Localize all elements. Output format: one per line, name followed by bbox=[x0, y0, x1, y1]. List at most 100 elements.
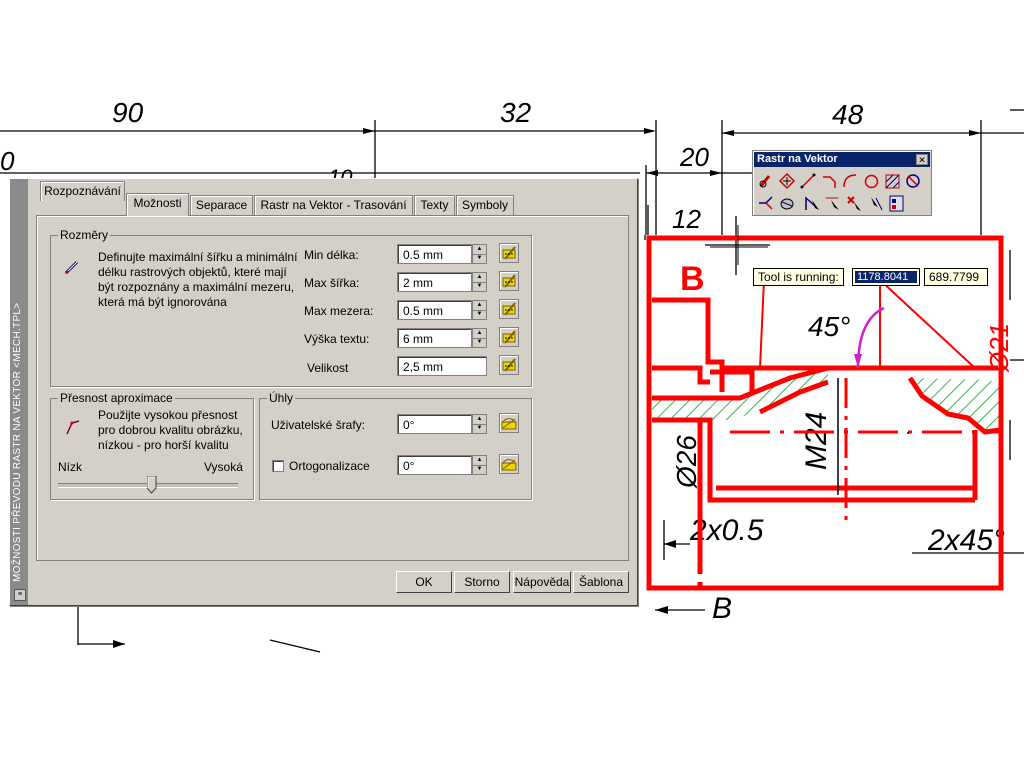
section-label-left: B bbox=[680, 260, 705, 298]
user-hatch-label: Uživatelské šrafy: bbox=[271, 418, 366, 432]
measure-pick-icon bbox=[502, 246, 516, 260]
spin-down-icon[interactable]: ▼ bbox=[473, 465, 486, 474]
text-height-spinner[interactable]: ▲ ▼ bbox=[472, 328, 487, 348]
angle-label: 45° bbox=[808, 311, 850, 342]
ortho-label: Ortogonalizace bbox=[289, 459, 370, 473]
dimensions-group-title: Rozměry bbox=[58, 228, 111, 242]
x-coordinate-field[interactable]: 1178.8041 bbox=[852, 268, 920, 286]
tab-label: Rozpoznávání bbox=[44, 184, 121, 198]
size-input[interactable]: 2,5 mm bbox=[397, 356, 487, 376]
ok-button[interactable]: OK bbox=[396, 571, 452, 593]
tab-label: Rastr na Vektor - Trasování bbox=[260, 198, 407, 212]
tab-symboly[interactable]: Symboly bbox=[456, 195, 514, 215]
raster-to-vector-toolbar: Rastr na Vektor ✕ bbox=[752, 150, 932, 216]
max-width-input[interactable]: 2 mm bbox=[397, 272, 472, 292]
circle-icon[interactable] bbox=[862, 172, 881, 191]
tab-rozpoznavani[interactable]: Rozpoznávání bbox=[40, 181, 125, 201]
thread-m24-label: M24 bbox=[800, 412, 833, 470]
measure-pick-icon bbox=[502, 274, 516, 288]
max-width-pick-button[interactable] bbox=[499, 271, 519, 291]
dim-32-label: 32 bbox=[500, 97, 532, 128]
y-coordinate-field[interactable]: 689.7799 bbox=[924, 268, 988, 286]
template-button[interactable]: Šablona bbox=[573, 571, 629, 593]
system-menu-icon[interactable]: ≡ bbox=[14, 589, 26, 601]
spin-down-icon[interactable]: ▼ bbox=[473, 338, 486, 347]
min-length-spinner[interactable]: ▲ ▼ bbox=[472, 244, 487, 264]
max-gap-spinner[interactable]: ▲ ▼ bbox=[472, 300, 487, 320]
diameter-26-label: Ø26 bbox=[671, 435, 702, 489]
dim-12-label: 12 bbox=[672, 204, 701, 234]
tab-label: Symboly bbox=[461, 198, 508, 212]
spin-down-icon[interactable]: ▼ bbox=[473, 282, 486, 291]
dim-90-label: 90 bbox=[112, 97, 144, 128]
line-icon[interactable] bbox=[799, 172, 818, 191]
spin-down-icon[interactable]: ▼ bbox=[473, 310, 486, 319]
max-gap-label: Max mezera: bbox=[304, 304, 374, 318]
select-point-icon[interactable] bbox=[778, 172, 797, 191]
dimension-pencil-icon bbox=[64, 260, 79, 275]
tab-label: Separace bbox=[195, 198, 248, 212]
layers-icon[interactable] bbox=[778, 194, 797, 213]
spin-down-icon[interactable]: ▼ bbox=[473, 424, 486, 433]
tab-label: Texty bbox=[420, 198, 449, 212]
max-gap-pick-button[interactable] bbox=[499, 299, 519, 319]
min-length-pick-button[interactable] bbox=[499, 243, 519, 263]
branch-icon[interactable] bbox=[757, 194, 776, 213]
tab-separace[interactable]: Separace bbox=[190, 195, 253, 215]
measure-pick-icon bbox=[502, 330, 516, 344]
text-height-label: Výška textu: bbox=[304, 332, 370, 346]
recognize-icon[interactable] bbox=[757, 172, 776, 191]
dim-48-label: 48 bbox=[832, 99, 864, 130]
trace-multi-icon[interactable] bbox=[866, 194, 885, 213]
ortho-pick-button[interactable] bbox=[499, 454, 519, 474]
user-hatch-spinner[interactable]: ▲ ▼ bbox=[472, 414, 487, 434]
max-width-spinner[interactable]: ▲ ▼ bbox=[472, 272, 487, 292]
accuracy-curve-icon bbox=[66, 420, 80, 435]
dialog-vertical-title: MOŽNOSTI PŘEVODU RASTR NA VEKTOR <MECH.T… bbox=[12, 302, 23, 582]
section-label-bottom: B bbox=[712, 592, 732, 625]
accuracy-group-title: Přesnost aproximace bbox=[58, 391, 175, 405]
dim-0-label: 0 bbox=[0, 146, 15, 176]
tab-moznosti[interactable]: Možnosti bbox=[126, 193, 189, 216]
text-height-pick-button[interactable] bbox=[499, 327, 519, 347]
tool-status-tooltip: Tool is running: bbox=[753, 268, 844, 286]
user-hatch-input[interactable]: 0° bbox=[397, 414, 472, 434]
dialog-sidebar: MOŽNOSTI PŘEVODU RASTR NA VEKTOR <MECH.T… bbox=[10, 179, 28, 605]
chamfer-label-right: 2x45° bbox=[927, 524, 1005, 557]
accuracy-slider-thumb[interactable] bbox=[147, 476, 157, 494]
accuracy-high-label: Vysoká bbox=[204, 460, 243, 474]
max-gap-input[interactable]: 0.5 mm bbox=[397, 300, 472, 320]
text-height-input[interactable]: 6 mm bbox=[397, 328, 472, 348]
trace-arrow-icon[interactable] bbox=[824, 194, 843, 213]
size-label: Velikost bbox=[307, 361, 349, 375]
thread-lines bbox=[837, 378, 909, 495]
tab-trasovani[interactable]: Rastr na Vektor - Trasování bbox=[254, 195, 413, 215]
size-pick-button[interactable] bbox=[499, 355, 519, 375]
trace-icon[interactable] bbox=[803, 194, 822, 213]
ortho-checkbox[interactable] bbox=[272, 460, 284, 472]
cancel-button[interactable]: Storno bbox=[454, 571, 510, 593]
arc-icon[interactable] bbox=[841, 172, 860, 191]
measure-pick-icon bbox=[502, 302, 516, 316]
user-hatch-pick-button[interactable] bbox=[499, 413, 519, 433]
angle-pick-icon bbox=[501, 418, 517, 430]
polyline-icon[interactable] bbox=[820, 172, 839, 191]
tab-label: Možnosti bbox=[133, 196, 182, 210]
ortho-spinner[interactable]: ▲ ▼ bbox=[472, 455, 487, 475]
angles-group: Úhly bbox=[259, 391, 532, 500]
settings-panel-icon[interactable] bbox=[887, 194, 906, 213]
text-recognize-icon[interactable] bbox=[904, 172, 923, 191]
spin-down-icon[interactable]: ▼ bbox=[473, 254, 486, 263]
help-button[interactable]: Nápověda bbox=[513, 571, 571, 593]
accuracy-description: Použijte vysokou přesnost pro dobrou kva… bbox=[98, 408, 243, 452]
trace-delete-icon[interactable] bbox=[845, 194, 864, 213]
hatch-icon[interactable] bbox=[883, 172, 902, 191]
ortho-input[interactable]: 0° bbox=[397, 455, 472, 475]
vectorization-options-dialog: MOŽNOSTI PŘEVODU RASTR NA VEKTOR <MECH.T… bbox=[9, 178, 638, 606]
tab-texty[interactable]: Texty bbox=[414, 195, 455, 215]
close-icon[interactable]: ✕ bbox=[916, 154, 928, 165]
x-coordinate-value: 1178.8041 bbox=[855, 271, 917, 283]
toolbar-title[interactable]: Rastr na Vektor bbox=[754, 152, 930, 167]
angles-group-title: Úhly bbox=[267, 391, 296, 405]
min-length-input[interactable]: 0.5 mm bbox=[397, 244, 472, 264]
